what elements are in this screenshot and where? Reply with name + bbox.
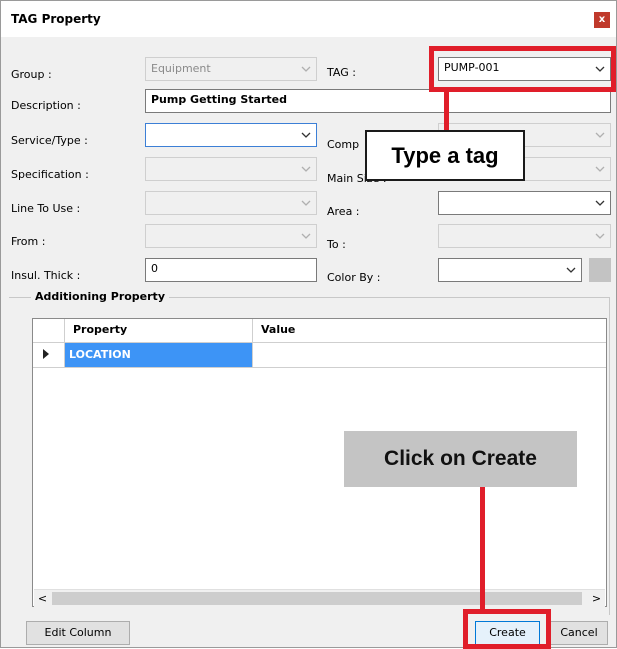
line-to-use-select <box>145 191 317 215</box>
cancel-button[interactable]: Cancel <box>550 621 608 645</box>
tag-highlight-box <box>429 46 616 92</box>
scroll-left-icon[interactable]: < <box>34 590 51 607</box>
chevron-down-icon <box>300 63 312 75</box>
column-header-value[interactable]: Value <box>253 319 606 343</box>
table-cell-property[interactable]: LOCATION <box>65 343 253 368</box>
scroll-right-icon[interactable]: > <box>588 590 605 607</box>
group-select: Equipment <box>145 57 317 81</box>
service-type-select[interactable] <box>145 123 317 147</box>
color-by-select[interactable] <box>438 258 582 282</box>
click-create-callout-text: Click on Create <box>384 447 537 470</box>
row-selector[interactable] <box>33 343 65 368</box>
type-tag-callout: Type a tag <box>365 130 525 181</box>
group-label: Group : <box>11 68 52 81</box>
table-cell-value[interactable] <box>253 343 606 368</box>
chevron-down-icon <box>594 163 606 175</box>
chevron-down-icon <box>300 230 312 242</box>
area-select[interactable] <box>438 191 611 215</box>
description-label: Description : <box>11 99 81 112</box>
click-create-callout: Click on Create <box>344 431 577 487</box>
chevron-down-icon <box>594 197 606 209</box>
comp-label: Comp <box>327 138 360 151</box>
service-type-label: Service/Type : <box>11 134 88 147</box>
from-select <box>145 224 317 248</box>
chevron-down-icon <box>565 264 577 276</box>
specification-select <box>145 157 317 181</box>
to-select <box>438 224 611 248</box>
insul-thick-input[interactable]: 0 <box>145 258 317 282</box>
type-tag-callout-text: Type a tag <box>391 143 499 168</box>
specification-label: Specification : <box>11 168 89 181</box>
tag-label: TAG : <box>327 66 356 79</box>
additional-property-legend: Additioning Property <box>31 290 169 303</box>
color-by-label: Color By : <box>327 271 381 284</box>
tag-property-dialog: TAG Property x Group : Equipment TAG : P… <box>0 0 617 649</box>
chevron-down-icon <box>300 129 312 141</box>
row-header-corner <box>33 319 65 343</box>
dialog-title: TAG Property <box>11 12 101 26</box>
description-value: Pump Getting Started <box>151 93 287 106</box>
line-to-use-label: Line To Use : <box>11 202 81 215</box>
chevron-down-icon <box>300 197 312 209</box>
chevron-down-icon <box>594 230 606 242</box>
tag-connector-line <box>444 92 449 130</box>
create-highlight-box <box>463 609 551 649</box>
insul-thick-label: Insul. Thick : <box>11 269 81 282</box>
close-button[interactable]: x <box>594 12 610 28</box>
column-header-property[interactable]: Property <box>65 319 253 343</box>
scrollbar-thumb[interactable] <box>52 592 582 605</box>
chevron-down-icon <box>594 129 606 141</box>
horizontal-scrollbar[interactable]: < > <box>34 589 605 607</box>
from-label: From : <box>11 235 46 248</box>
area-label: Area : <box>327 205 360 218</box>
chevron-down-icon <box>300 163 312 175</box>
create-connector-line <box>480 487 485 612</box>
insul-thick-value: 0 <box>151 262 158 275</box>
edit-column-button[interactable]: Edit Column <box>26 621 130 645</box>
to-label: To : <box>327 238 346 251</box>
group-value: Equipment <box>151 62 211 75</box>
row-arrow-icon <box>43 349 49 359</box>
description-input[interactable]: Pump Getting Started <box>145 89 611 113</box>
color-swatch-button[interactable] <box>589 258 611 282</box>
